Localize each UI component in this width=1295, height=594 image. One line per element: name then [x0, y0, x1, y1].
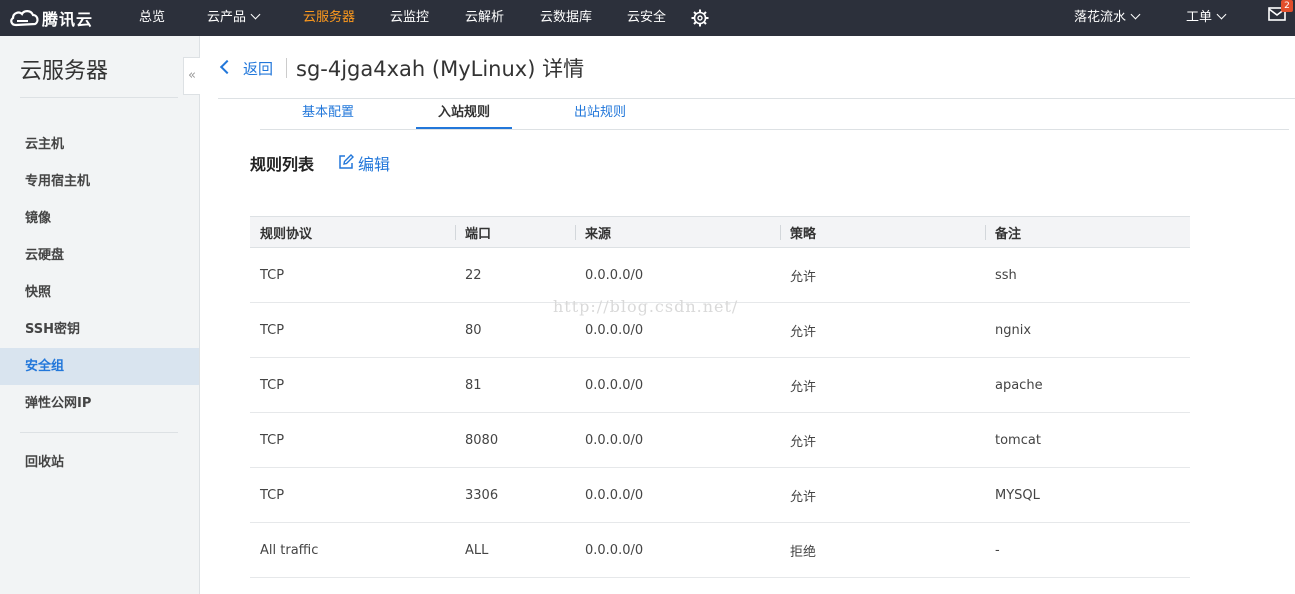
- table-cell: 22: [465, 267, 482, 283]
- table-cell: 允许: [790, 434, 817, 450]
- table-row: All traffic ALL 0.0.0.0/0 拒绝 -: [250, 523, 1190, 578]
- sidebar-item-2[interactable]: 镜像: [0, 200, 199, 237]
- table-row: TCP 80 0.0.0.0/0 允许 ngnix: [250, 303, 1190, 358]
- table-cell: MYSQL: [995, 487, 1040, 503]
- table-cell: -: [995, 542, 1000, 558]
- table-cell: TCP: [260, 322, 285, 338]
- mail-count-badge: 2: [1281, 0, 1293, 12]
- table-cell: 0.0.0.0/0: [585, 542, 644, 558]
- sidebar-collapse-button[interactable]: «: [183, 57, 200, 95]
- nav-item-3[interactable]: 云监控: [390, 0, 429, 36]
- back-arrow-icon[interactable]: [219, 59, 235, 75]
- column-header: 策略: [780, 217, 985, 248]
- tab-0[interactable]: 基本配置: [290, 101, 366, 129]
- sidebar-item-8[interactable]: 回收站: [0, 444, 199, 481]
- table-cell: 0.0.0.0/0: [585, 487, 644, 503]
- nav-item-label: 总览: [139, 10, 166, 25]
- sidebar-divider: [20, 432, 178, 433]
- table-cell: TCP: [260, 267, 285, 283]
- ticket-menu[interactable]: 工单: [1186, 0, 1227, 36]
- table-cell: ALL: [465, 542, 489, 558]
- table-cell: 8080: [465, 432, 499, 448]
- table-cell: tomcat: [995, 432, 1041, 448]
- nav-item-2[interactable]: 云服务器: [303, 0, 355, 36]
- sidebar-item-3[interactable]: 云硬盘: [0, 237, 199, 274]
- table-cell: ngnix: [995, 322, 1032, 338]
- chevron-down-icon: [1216, 9, 1227, 20]
- sidebar-item-5[interactable]: SSH密钥: [0, 311, 199, 348]
- cloud-logo-icon: [10, 10, 39, 27]
- top-navigation-bar: 腾讯云 总览 云产品 云服务器 云监控 云解析 云数据库 云安全 落花流水 工单 2: [0, 0, 1295, 36]
- table-cell: 允许: [790, 379, 817, 395]
- table-cell: 0.0.0.0/0: [585, 432, 644, 448]
- nav-item-1[interactable]: 云产品: [207, 0, 261, 36]
- edit-link[interactable]: 编辑: [358, 151, 390, 175]
- table-cell: 80: [465, 322, 482, 338]
- table-cell: 允许: [790, 324, 817, 340]
- table-row: TCP 22 0.0.0.0/0 允许 ssh: [250, 248, 1190, 303]
- table-header-row: 规则协议 端口 来源 策略 备注: [250, 216, 1190, 248]
- column-header: 来源: [575, 217, 780, 248]
- table-cell: 0.0.0.0/0: [585, 377, 644, 393]
- column-header: 备注: [985, 217, 1190, 248]
- user-name: 落花流水: [1074, 10, 1127, 25]
- table-cell: TCP: [260, 377, 285, 393]
- sidebar-item-7[interactable]: 弹性公网IP: [0, 385, 199, 422]
- section-title: 规则列表: [250, 155, 315, 174]
- title-divider: [286, 58, 287, 78]
- tab-1[interactable]: 入站规则: [416, 101, 512, 129]
- nav-item-4[interactable]: 云解析: [465, 0, 504, 36]
- chevron-down-icon: [250, 9, 261, 20]
- table-cell: 允许: [790, 489, 817, 505]
- nav-item-5[interactable]: 云数据库: [540, 0, 592, 36]
- page-title: sg-4jga4xah (MyLinux) 详情: [296, 57, 585, 81]
- sidebar-item-6[interactable]: 安全组: [0, 348, 199, 385]
- nav-item-6[interactable]: 云安全: [627, 0, 666, 36]
- sidebar-item-1[interactable]: 专用宿主机: [0, 163, 199, 200]
- column-header: 规则协议: [260, 226, 313, 242]
- user-menu[interactable]: 落花流水: [1074, 0, 1141, 36]
- settings-gear-icon[interactable]: [691, 9, 709, 27]
- column-header: 端口: [455, 217, 575, 248]
- table-cell: 3306: [465, 487, 499, 503]
- ticket-label: 工单: [1186, 10, 1213, 25]
- table-cell: 拒绝: [790, 544, 817, 560]
- nav-item-label: 云产品: [207, 10, 247, 25]
- table-cell: ssh: [995, 267, 1017, 283]
- nav-item-label: 云监控: [390, 10, 430, 25]
- chevron-down-icon: [1130, 9, 1141, 20]
- table-cell: 允许: [790, 269, 817, 285]
- sidebar: 云服务器 云主机 专用宿主机 镜像 云硬盘 快照 SSH密钥 安全组 弹性公网IP 回收站: [0, 36, 200, 594]
- edit-pencil-icon[interactable]: [338, 154, 354, 170]
- tab-2[interactable]: 出站规则: [562, 101, 638, 129]
- brand-name: 腾讯云: [42, 10, 94, 29]
- sidebar-item-4[interactable]: 快照: [0, 274, 199, 311]
- table-row: TCP 3306 0.0.0.0/0 允许 MYSQL: [250, 468, 1190, 523]
- rules-table: 规则协议 端口 来源 策略 备注 TCP 22 0.0.0.0/0 允许 ssh TCP 80 0.0…: [250, 216, 1190, 578]
- table-cell: All traffic: [260, 542, 319, 558]
- nav-item-0[interactable]: 总览: [139, 0, 165, 36]
- tabs-underline: [260, 129, 1289, 130]
- nav-item-label: 云数据库: [540, 10, 593, 25]
- sidebar-title: 云服务器: [20, 59, 109, 84]
- table-cell: TCP: [260, 487, 285, 503]
- back-link[interactable]: 返回: [243, 58, 273, 79]
- table-cell: apache: [995, 377, 1043, 393]
- table-cell: 81: [465, 377, 482, 393]
- table-cell: 0.0.0.0/0: [585, 267, 644, 283]
- sidebar-item-0[interactable]: 云主机: [0, 126, 199, 163]
- table-row: TCP 8080 0.0.0.0/0 允许 tomcat: [250, 413, 1190, 468]
- nav-item-label: 云安全: [627, 10, 667, 25]
- nav-item-label: 云服务器: [303, 10, 356, 25]
- table-row: TCP 81 0.0.0.0/0 允许 apache: [250, 358, 1190, 413]
- header-divider: [218, 98, 1295, 99]
- sidebar-divider: [20, 97, 178, 98]
- table-cell: TCP: [260, 432, 285, 448]
- table-cell: 0.0.0.0/0: [585, 322, 644, 338]
- brand-logo[interactable]: 腾讯云: [8, 0, 93, 36]
- nav-item-label: 云解析: [465, 10, 505, 25]
